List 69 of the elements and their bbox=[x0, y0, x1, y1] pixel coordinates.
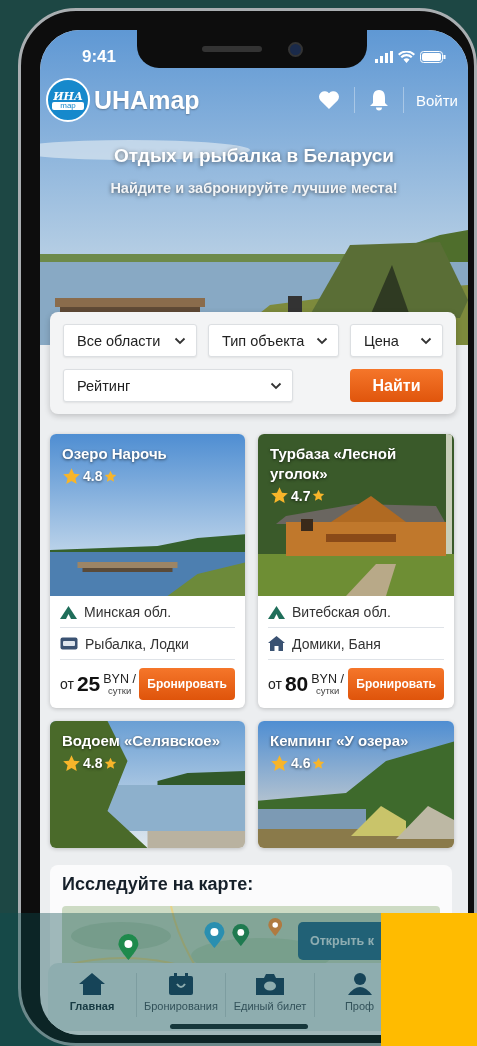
rating-value: 4.7 bbox=[291, 487, 311, 504]
place-card[interactable]: Водоем «Селявское» 4.8 bbox=[50, 721, 245, 848]
bell-icon[interactable] bbox=[369, 89, 389, 111]
chevron-icon bbox=[174, 336, 186, 345]
price-prefix: от bbox=[60, 676, 74, 692]
region-text: Витебская обл. bbox=[292, 603, 391, 620]
tent-icon bbox=[268, 604, 285, 619]
price-currency: BYN / bbox=[103, 673, 136, 686]
price-unit: сутки bbox=[107, 685, 132, 695]
star-icon bbox=[104, 469, 118, 483]
star-icon bbox=[270, 753, 289, 773]
search-button[interactable]: Найти bbox=[350, 369, 443, 402]
battery-icon bbox=[420, 50, 446, 63]
chevron-icon bbox=[420, 336, 432, 345]
calendar-icon bbox=[169, 973, 193, 995]
person-icon bbox=[347, 973, 372, 995]
filter-dropdown[interactable]: Цена bbox=[350, 324, 443, 357]
map-pin-icon[interactable] bbox=[118, 934, 139, 960]
star-icon bbox=[62, 753, 81, 773]
star-icon bbox=[270, 486, 289, 505]
hero-subtitle: Найдите и забронируйте лучшие места! bbox=[109, 180, 399, 196]
chevron-icon bbox=[316, 336, 328, 345]
rating-value: 4.6 bbox=[291, 755, 311, 771]
logo-text: ИНА bbox=[53, 90, 83, 102]
ticket-icon bbox=[60, 637, 78, 650]
price-amount: 80 bbox=[284, 672, 309, 696]
signal-icon bbox=[375, 50, 393, 63]
place-title: Кемпинг «У озера» bbox=[270, 731, 410, 751]
house-icon bbox=[268, 636, 285, 651]
map-pin-icon[interactable] bbox=[268, 918, 283, 936]
region-text: Минская обл. bbox=[84, 603, 172, 620]
nav-tab[interactable]: Бронирования bbox=[137, 973, 226, 1017]
chevron-icon bbox=[270, 381, 282, 390]
filter-dropdown[interactable]: Тип объекта bbox=[208, 324, 339, 357]
logo-subtext: map bbox=[52, 101, 84, 110]
rating-value: 4.8 bbox=[83, 755, 103, 771]
map-pin-icon[interactable] bbox=[232, 924, 250, 946]
star-icon bbox=[312, 756, 326, 770]
hero-title: Отдых и рыбалка в Беларуси bbox=[113, 145, 395, 167]
star-icon bbox=[62, 466, 81, 486]
price-unit: сутки bbox=[315, 685, 340, 695]
nav-tab[interactable]: Главная bbox=[48, 973, 137, 1017]
place-title: Водоем «Селявское» bbox=[62, 731, 222, 751]
place-card[interactable]: Кемпинг «У озера» 4.6 bbox=[258, 721, 454, 848]
filter-dropdown[interactable]: Рейтинг bbox=[63, 369, 293, 402]
login-link[interactable]: Войти bbox=[416, 91, 458, 109]
map-pin-icon[interactable] bbox=[204, 922, 225, 948]
book-button[interactable]: Бронировать bbox=[139, 668, 235, 700]
price-amount: 25 bbox=[76, 672, 101, 696]
price-prefix: от bbox=[268, 676, 282, 692]
features-text: Домики, Баня bbox=[292, 635, 381, 652]
wifi-icon bbox=[398, 50, 415, 63]
heart-icon[interactable] bbox=[318, 90, 340, 110]
price-currency: BYN / bbox=[311, 673, 344, 686]
star-icon bbox=[104, 756, 118, 770]
camera-icon bbox=[256, 973, 284, 995]
app-name: UHAmap bbox=[94, 85, 200, 115]
home-icon bbox=[79, 973, 105, 995]
place-title: Турбаза «Лесной уголок» bbox=[270, 444, 398, 483]
star-icon bbox=[312, 489, 326, 502]
section-title: Исследуйте на карте: bbox=[62, 874, 255, 895]
tent-icon bbox=[60, 604, 77, 619]
features-text: Рыбалка, Лодки bbox=[85, 635, 189, 652]
filter-dropdown[interactable]: Все области bbox=[63, 324, 197, 357]
nav-tab[interactable]: Единый билет bbox=[226, 973, 315, 1017]
book-button[interactable]: Бронировать bbox=[348, 668, 444, 700]
place-title: Озеро Нарочь bbox=[62, 444, 168, 464]
clock-time: 9:41 bbox=[82, 46, 117, 67]
rating-value: 4.8 bbox=[83, 468, 103, 484]
